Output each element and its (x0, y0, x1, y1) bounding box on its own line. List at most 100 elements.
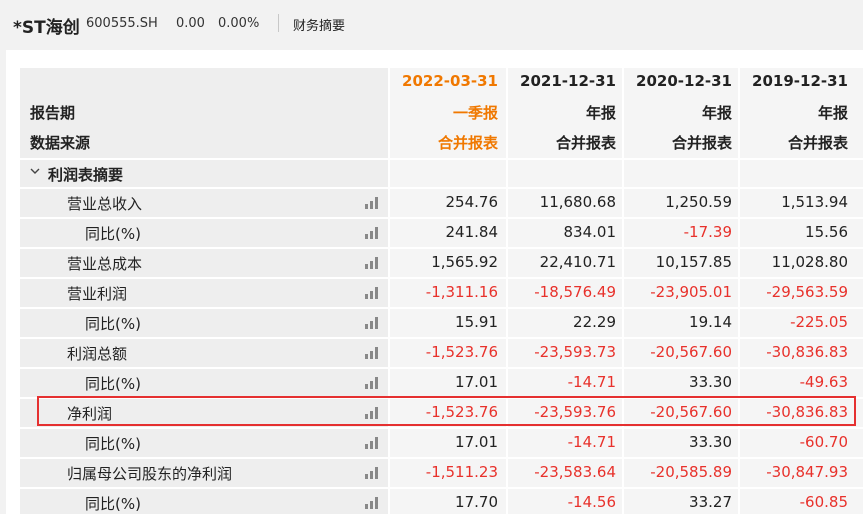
table-cell: -17.39 (683, 223, 732, 241)
row-label: 营业总收入 (67, 195, 143, 213)
table-cell: -20,567.60 (650, 343, 732, 361)
table-cell: 15.91 (455, 313, 498, 331)
table-cell: 10,157.85 (655, 253, 732, 271)
table-cell: 1,250.59 (665, 193, 732, 211)
table-cell: -60.70 (799, 433, 848, 451)
table-cell: 11,680.68 (539, 193, 616, 211)
row-label: 同比(%) (85, 495, 141, 513)
column-source-4: 合并报表 (787, 134, 848, 152)
period-label: 报告期 (30, 104, 76, 122)
column-period-3: 年报 (701, 104, 732, 122)
row-separator (20, 158, 863, 160)
table-cell: 17.01 (455, 373, 498, 391)
table-cell: -23,593.76 (534, 403, 616, 421)
table-cell: 15.56 (805, 223, 848, 241)
row-label: 同比(%) (85, 375, 141, 393)
row-separator (20, 337, 863, 339)
table-cell: -23,583.64 (534, 463, 616, 481)
row-separator (20, 217, 863, 219)
table-cell: 834.01 (563, 223, 617, 241)
row-label: 归属母公司股东的净利润 (67, 465, 233, 483)
bar-chart-icon[interactable] (365, 437, 381, 449)
column-period-2: 年报 (585, 104, 616, 122)
row-separator (20, 277, 863, 279)
bar-chart-icon[interactable] (365, 467, 381, 479)
table-cell: 33.30 (689, 433, 732, 451)
row-separator (20, 307, 863, 309)
table-cell: -23,905.01 (650, 283, 732, 301)
table-cell: 33.30 (689, 373, 732, 391)
table-cell: -1,311.16 (425, 283, 498, 301)
table-cell: 33.27 (689, 493, 732, 511)
table-cell: -18,576.49 (534, 283, 616, 301)
row-separator (20, 397, 863, 399)
table-cell: -14.56 (567, 493, 616, 511)
table-cell: -14.71 (567, 373, 616, 391)
source-label: 数据来源 (30, 134, 91, 152)
table-cell: -1,523.76 (425, 343, 498, 361)
table-cell: -60.85 (799, 493, 848, 511)
table-cell: 17.70 (455, 493, 498, 511)
column-source-3: 合并报表 (671, 134, 732, 152)
column-source-2: 合并报表 (555, 134, 616, 152)
stock-name: *ST海创 (13, 18, 80, 38)
bar-chart-icon[interactable] (365, 317, 381, 329)
column-period-4: 年报 (817, 104, 848, 122)
bar-chart-icon[interactable] (365, 377, 381, 389)
section-title-income-summary[interactable]: 利润表摘要 (48, 164, 123, 185)
bar-chart-icon[interactable] (365, 347, 381, 359)
row-separator (20, 187, 863, 189)
table-cell: -30,836.83 (766, 403, 848, 421)
row-label: 同比(%) (85, 225, 141, 243)
table-cell: 22,410.71 (539, 253, 616, 271)
row-label: 营业总成本 (67, 255, 143, 273)
bar-chart-icon[interactable] (365, 227, 381, 239)
stock-change-pct: 0.00% (218, 16, 260, 31)
table-cell: -49.63 (799, 373, 848, 391)
row-separator (20, 487, 863, 489)
bar-chart-icon[interactable] (365, 197, 381, 209)
bar-chart-icon[interactable] (365, 287, 381, 299)
table-cell: -1,511.23 (425, 463, 498, 481)
table-cell: -20,567.60 (650, 403, 732, 421)
table-cell: 19.14 (689, 313, 732, 331)
stock-header: *ST海创 600555.SH 0.00 0.00% 财务摘要 (0, 0, 863, 46)
header-divider (278, 14, 279, 32)
column-source-1: 合并报表 (437, 134, 498, 152)
table-cell: -30,836.83 (766, 343, 848, 361)
row-separator (20, 427, 863, 429)
row-label: 利润总额 (67, 345, 128, 363)
table-cell: 254.76 (445, 193, 499, 211)
table-cell: 1,513.94 (781, 193, 848, 211)
financial-summary-link[interactable]: 财务摘要 (293, 15, 345, 34)
stock-price: 0.00 (176, 16, 205, 31)
row-label: 净利润 (67, 405, 113, 423)
bar-chart-icon[interactable] (365, 257, 381, 269)
row-label: 同比(%) (85, 435, 141, 453)
table-cell: -29,563.59 (766, 283, 848, 301)
table-cell: -20,585.89 (650, 463, 732, 481)
table-cell: -14.71 (567, 433, 616, 451)
table-cell: 241.84 (445, 223, 499, 241)
table-cell: -23,593.73 (534, 343, 616, 361)
table-cell: 1,565.92 (431, 253, 498, 271)
table-cell: -225.05 (790, 313, 848, 331)
table-cell: 11,028.80 (771, 253, 848, 271)
column-date-3: 2020-12-31 (636, 72, 732, 90)
column-date-4: 2019-12-31 (752, 72, 848, 90)
bar-chart-icon[interactable] (365, 497, 381, 509)
column-period-1: 一季报 (452, 104, 498, 122)
stock-code: 600555.SH (86, 16, 158, 31)
row-label: 同比(%) (85, 315, 141, 333)
table-cell: 17.01 (455, 433, 498, 451)
chevron-down-icon[interactable] (30, 166, 40, 176)
column-date-2: 2021-12-31 (520, 72, 616, 90)
table-cell: -30,847.93 (766, 463, 848, 481)
row-separator (20, 367, 863, 369)
table-cell: 22.29 (573, 313, 616, 331)
row-separator (20, 247, 863, 249)
bar-chart-icon[interactable] (365, 407, 381, 419)
row-separator (20, 457, 863, 459)
row-label: 营业利润 (67, 285, 128, 303)
table-cell: -1,523.76 (425, 403, 498, 421)
